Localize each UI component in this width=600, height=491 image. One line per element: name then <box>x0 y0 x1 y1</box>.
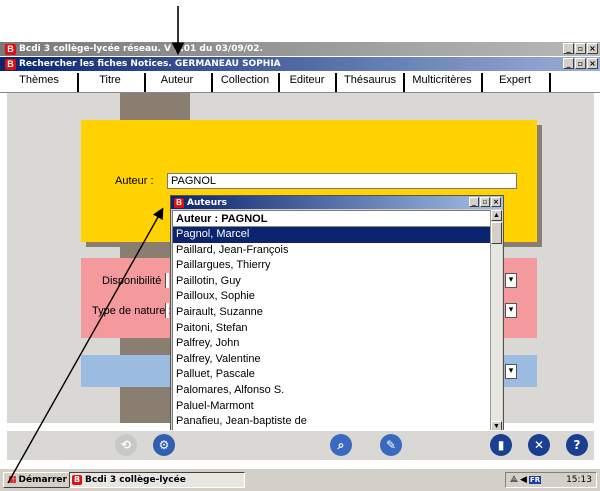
outer-window-buttons: _ ▫ × <box>563 43 598 54</box>
popup-window-buttons: _ ▫ × <box>469 197 501 207</box>
minimize-button[interactable]: _ <box>563 43 574 54</box>
clock: 15:13 <box>566 475 592 485</box>
app-icon: B <box>5 43 16 55</box>
tab-separator <box>144 73 146 92</box>
author-list-item[interactable]: Pagnol, Marcel <box>173 227 491 243</box>
tab-thesaurus[interactable]: Thésaurus <box>338 74 402 86</box>
close-icon[interactable]: ✕ <box>528 434 550 456</box>
author-list-item[interactable]: Palomares, Alfonso S. <box>173 383 491 399</box>
disponibilite-label: Disponibilité : <box>102 275 168 287</box>
type-nature-label: Type de nature : <box>92 305 172 317</box>
type-nature-dropdown-button[interactable]: ▾ <box>505 303 517 318</box>
author-list-item[interactable]: Paitoni, Stefan <box>173 321 491 337</box>
tab-titre[interactable]: Titre <box>80 74 140 86</box>
tab-themes[interactable]: Thèmes <box>6 74 72 86</box>
restore-button[interactable]: ▫ <box>575 58 586 69</box>
author-list-item[interactable]: Pairault, Suzanne <box>173 305 491 321</box>
authors-list[interactable]: Auteur : PAGNOL Pagnol, Marcel Paillard, … <box>172 210 492 432</box>
inner-titlebar: B Rechercher les fiches Notices. GERMANE… <box>0 57 600 71</box>
scroll-thumb[interactable] <box>491 222 502 244</box>
tab-separator <box>77 73 79 92</box>
tab-separator <box>481 73 483 92</box>
outer-window-title: Bcdi 3 collège-lycée réseau. V 1.01 du 0… <box>19 44 263 54</box>
author-label: Auteur : <box>115 175 154 187</box>
tab-collection[interactable]: Collection <box>214 74 276 86</box>
restore-button[interactable]: ▫ <box>575 43 586 54</box>
help-icon[interactable]: ? <box>566 434 588 456</box>
speaker-icon[interactable]: ◀ <box>520 475 527 485</box>
search-clear-icon[interactable]: ✎ <box>380 434 402 456</box>
inner-window-title: Rechercher les fiches Notices. GERMANEAU… <box>19 59 281 69</box>
authors-popup: B Auteurs _ ▫ × Auteur : PAGNOL Pagnol, … <box>170 195 504 433</box>
tab-editeur[interactable]: Editeur <box>281 74 333 86</box>
search-icon[interactable]: ⌕ <box>330 434 352 456</box>
language-indicator[interactable]: FR <box>528 476 542 484</box>
tab-separator <box>278 73 280 92</box>
disponibilite-dropdown-button[interactable]: ▾ <box>505 273 517 288</box>
taskbar: ▦ Démarrer B Bcdi 3 collège-lycée ⟁ ◀ FR… <box>0 468 600 491</box>
windows-logo-icon: ▦ <box>8 475 17 485</box>
minimize-button[interactable]: _ <box>563 58 574 69</box>
settings-icon[interactable]: ⚙ <box>153 434 175 456</box>
tray-icons: ⟁ ◀ FR <box>510 475 542 485</box>
scroll-up-button[interactable]: ▲ <box>491 210 502 221</box>
tab-multicriteres[interactable]: Multicritères <box>406 74 478 86</box>
author-list-item[interactable]: Palluet, Pascale <box>173 367 491 383</box>
start-button[interactable]: ▦ Démarrer <box>3 472 72 488</box>
options-dropdown-button[interactable]: ▾ <box>505 364 517 379</box>
inner-window-buttons: _ ▫ × <box>563 58 598 69</box>
tab-separator <box>335 73 337 92</box>
tab-separator <box>403 73 405 92</box>
taskbar-item-label: Bcdi 3 collège-lycée <box>85 475 186 485</box>
network-icon[interactable]: ⟁ <box>510 475 518 485</box>
disponibilite-select[interactable] <box>165 273 169 288</box>
restore-button[interactable]: ▫ <box>480 197 490 207</box>
author-list-item[interactable]: Paillard, Jean-François <box>173 243 491 259</box>
authors-list-header: Auteur : PAGNOL <box>173 211 491 227</box>
info-icon[interactable]: ▮ <box>490 434 512 456</box>
close-button[interactable]: × <box>491 197 501 207</box>
author-list-item[interactable]: Paillotin, Guy <box>173 274 491 290</box>
start-label: Démarrer <box>18 475 67 485</box>
close-button[interactable]: × <box>587 58 598 69</box>
tab-separator <box>211 73 213 92</box>
app-icon: B <box>72 475 82 485</box>
outer-titlebar: B Bcdi 3 collège-lycée réseau. V 1.01 du… <box>0 42 600 56</box>
search-tabs: Thèmes Titre Auteur Collection Editeur T… <box>0 71 600 93</box>
app-icon: B <box>174 197 184 208</box>
taskbar-item-bcdi[interactable]: B Bcdi 3 collège-lycée <box>69 472 245 488</box>
author-list-item[interactable]: Paillargues, Thierry <box>173 258 491 274</box>
popup-titlebar: B Auteurs _ ▫ × <box>171 196 503 209</box>
author-input[interactable]: PAGNOL <box>167 173 517 189</box>
popup-title: Auteurs <box>187 197 227 208</box>
tab-expert[interactable]: Expert <box>484 74 546 86</box>
minimize-button[interactable]: _ <box>469 197 479 207</box>
author-list-item[interactable]: Paluel-Marmont <box>173 399 491 415</box>
author-list-item[interactable]: Palfrey, John <box>173 336 491 352</box>
close-button[interactable]: × <box>587 43 598 54</box>
authors-scrollbar[interactable]: ▲ ▼ <box>490 210 502 432</box>
author-list-item[interactable]: Pailloux, Sophie <box>173 289 491 305</box>
type-nature-select[interactable] <box>165 303 169 318</box>
author-list-item[interactable]: Palfrey, Valentine <box>173 352 491 368</box>
tab-auteur[interactable]: Auteur <box>147 74 207 86</box>
back-icon[interactable]: ⟲ <box>115 434 137 456</box>
app-icon: B <box>5 58 16 70</box>
author-list-item[interactable]: Panafieu, Jean-baptiste de <box>173 414 491 430</box>
tab-separator <box>549 73 551 92</box>
system-tray: ⟁ ◀ FR 15:13 <box>505 472 597 488</box>
